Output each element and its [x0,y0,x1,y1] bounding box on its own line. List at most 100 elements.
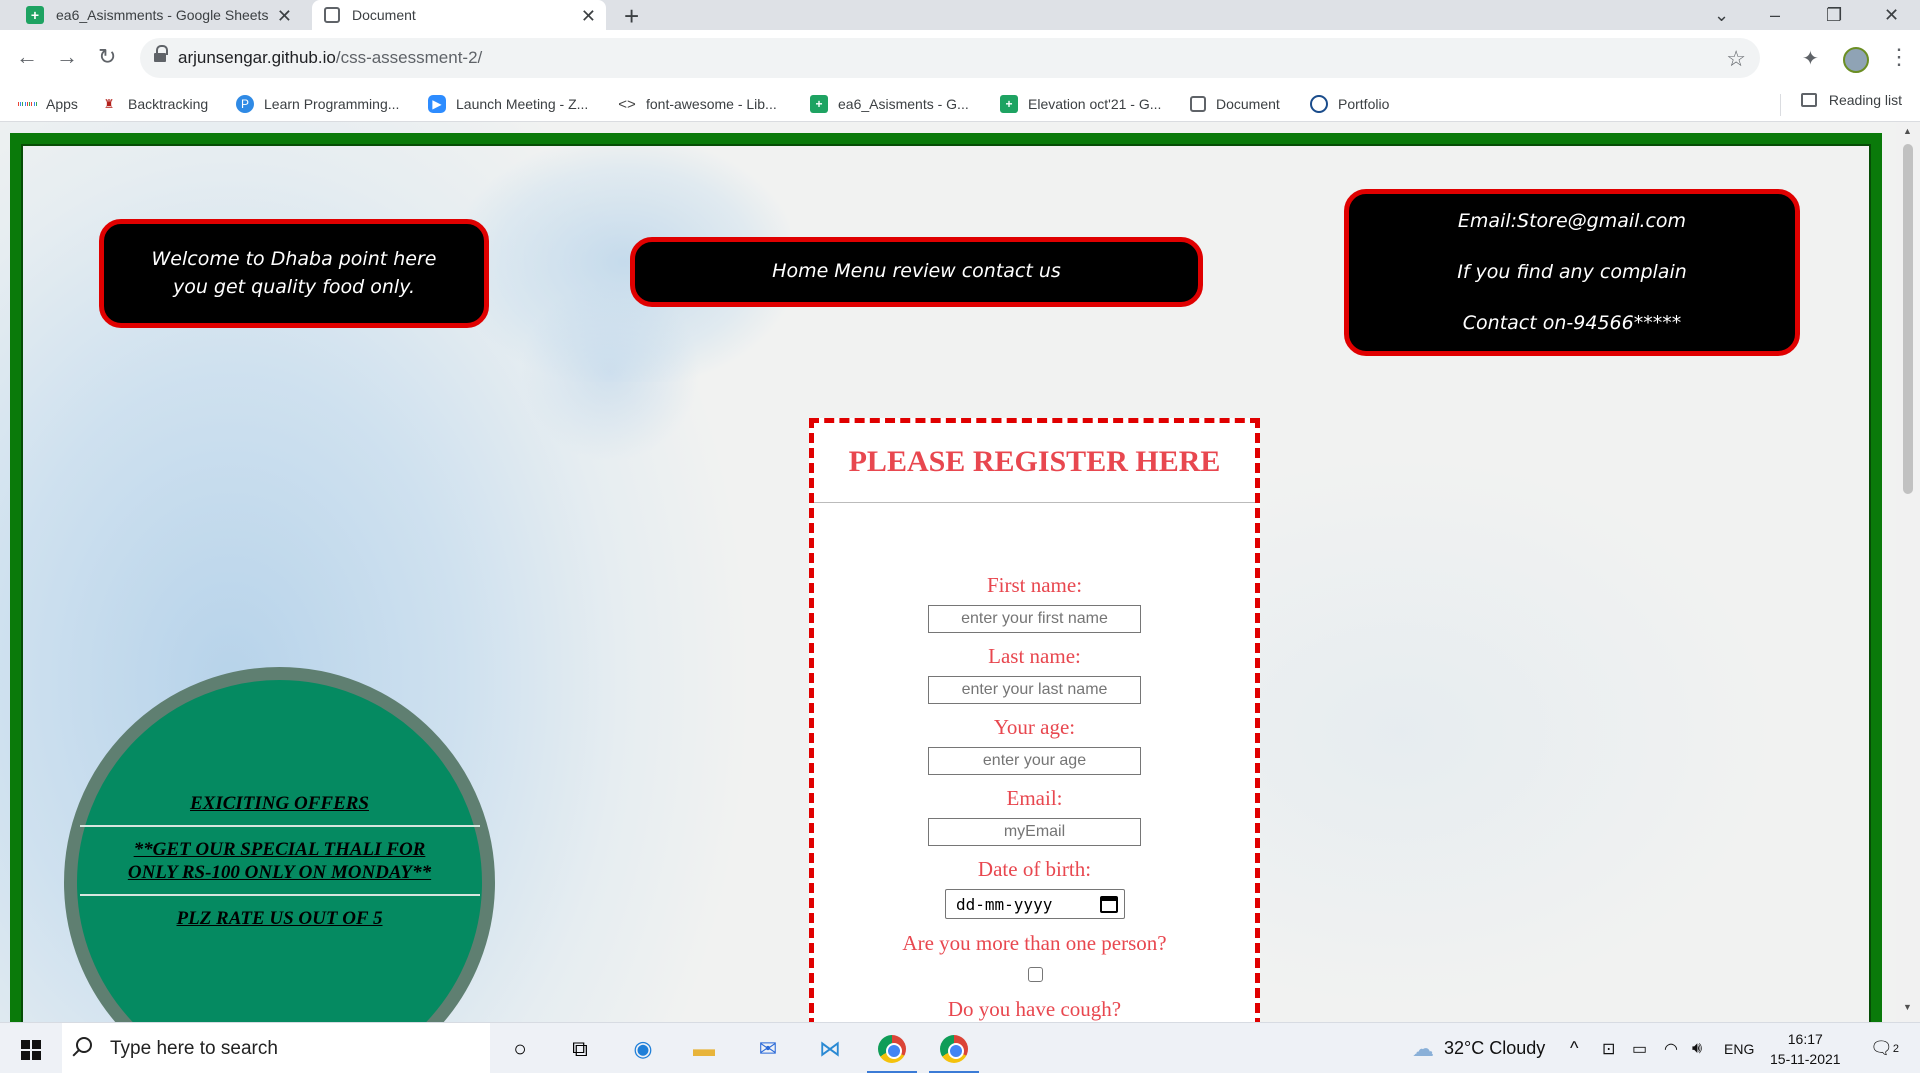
bookmark-label: Apps [46,96,78,112]
reload-button[interactable]: ↻ [98,44,116,70]
tab-google-sheets[interactable]: + ea6_Asismments - Google Sheets ✕ [18,0,302,30]
reading-list-button[interactable]: Reading list [1800,92,1902,108]
bookmark-label: Elevation oct'21 - G... [1028,96,1162,112]
wifi-icon[interactable]: ◠ [1664,1023,1678,1073]
age-input[interactable] [928,747,1141,775]
contact-complain: If you find any complain [1457,261,1687,283]
minimize-button[interactable]: – [1770,0,1780,30]
first-name-input[interactable] [928,605,1141,633]
forward-button[interactable]: → [56,44,78,70]
taskbar-search[interactable]: Type here to search [62,1023,490,1073]
edge-icon[interactable]: ◉ [627,1033,659,1065]
bookmarks-divider [1780,94,1781,116]
bookmark-elevation[interactable]: + Elevation oct'21 - G... [1000,92,1161,116]
sheets-icon: + [810,95,828,113]
chrome-icon[interactable] [876,1033,908,1065]
new-tab-button[interactable]: + [624,1,639,32]
volume-icon[interactable]: 🔊︎ [1692,1023,1702,1073]
reading-list-label: Reading list [1828,92,1902,108]
code-icon: <> [618,95,636,113]
extensions-icon[interactable]: ✦ [1802,46,1819,71]
tab-search-icon[interactable]: ⌄ [1714,0,1729,30]
tab-title: ea6_Asismments - Google Sheets [56,7,269,23]
contact-email: Email:Store@gmail.com [1457,210,1687,232]
tab-bar: + ea6_Asismments - Google Sheets ✕ Docum… [0,0,1920,32]
clock-date: 15-11-2021 [1770,1051,1841,1068]
menu-kebab-icon[interactable]: ⋮ [1888,44,1910,70]
chrome-icon[interactable] [938,1033,970,1065]
nav-menu[interactable]: Menu [834,258,886,286]
welcome-box: Welcome to Dhaba point here you get qual… [99,219,489,328]
notification-count: 2 [1892,1042,1899,1055]
close-tab-icon[interactable]: ✕ [277,6,292,27]
first-name-label: First name: [986,573,1083,597]
zoom-icon: ▶ [428,95,446,113]
offers-special-line2: ONLY RS-100 ONLY ON MONDAY** [127,862,432,883]
windows-start-icon[interactable] [21,1040,41,1060]
language-indicator[interactable]: ENG [1724,1023,1754,1073]
age-label: Your age: [993,715,1076,739]
bookmark-font-awesome[interactable]: <> font-awesome - Lib... [618,92,777,116]
task-view-icon[interactable]: ⧉ [564,1033,596,1065]
mail-icon[interactable]: ✉ [752,1033,784,1065]
dob-input[interactable]: dd-mm-yyyy [945,889,1125,919]
bookmark-apps[interactable]: Apps [18,92,78,116]
scrollbar-thumb[interactable] [1903,144,1913,494]
apps-icon [18,95,36,113]
bookmark-zoom[interactable]: ▶ Launch Meeting - Z... [428,92,588,116]
restore-button[interactable]: ❐ [1826,0,1842,30]
bookmark-label: Backtracking [128,96,209,112]
back-button[interactable]: ← [16,44,38,70]
chevron-up-icon[interactable]: ^ [1570,1023,1578,1073]
lock-icon[interactable] [154,45,168,64]
calendar-icon[interactable] [1100,896,1118,913]
bookmark-label: Document [1216,96,1280,112]
scroll-up-arrow-icon[interactable]: ▲ [1903,126,1912,136]
bookmark-document[interactable]: Document [1190,92,1280,116]
nav-contact-us[interactable]: contact us [962,258,1061,286]
taskbar-search-placeholder: Type here to search [110,1037,278,1059]
bookmark-label: Learn Programming... [264,96,400,112]
register-divider [814,502,1255,503]
sheets-icon: + [26,6,44,24]
tab-title: Document [352,7,416,23]
nav-review[interactable]: review [892,258,955,286]
learn-programming-icon: P [236,95,254,113]
dob-placeholder: dd-mm-yyyy [956,894,1053,914]
close-tab-icon[interactable]: ✕ [581,6,596,27]
weather-text: 32°C Cloudy [1444,1038,1546,1058]
close-window-button[interactable]: ✕ [1884,0,1899,30]
bookmark-star-icon[interactable]: ☆ [1726,46,1746,72]
weather-widget[interactable]: ☁ 32°C Cloudy [1412,1023,1545,1073]
cortana-icon[interactable]: ○ [504,1033,536,1065]
address-bar-row: ← → ↻ arjunsengar.github.io/css-assessme… [0,30,1920,88]
battery-icon[interactable]: ▭ [1632,1023,1647,1073]
windows-taskbar: Type here to search ○ ⧉ ◉ ▬ ✉ ⋈ ☁ 32°C C… [0,1022,1920,1073]
offers-title: EXICITING OFFERS [190,793,369,814]
email-input[interactable] [928,818,1141,846]
dob-label: Date of birth: [977,857,1092,881]
meet-now-icon[interactable]: ⊡ [1602,1023,1615,1073]
last-name-label: Last name: [988,644,1081,668]
profile-avatar[interactable] [1843,47,1869,73]
clock[interactable]: 16:17 15-11-2021 [1770,1029,1841,1070]
cough-label: Do you have cough? [947,997,1122,1021]
register-title: PLEASE REGISTER HERE [848,445,1221,478]
bookmark-backtracking[interactable]: ♜ Backtracking [100,92,209,116]
tab-document[interactable]: Document ✕ [312,0,606,30]
page-viewport[interactable]: Welcome to Dhaba point here you get qual… [0,122,1920,1022]
page-scrollbar[interactable]: ▲ ▼ [1896,122,1920,1022]
notification-icon[interactable]: 🗨︎ 2 [1870,1023,1899,1073]
file-explorer-icon[interactable]: ▬ [688,1033,720,1065]
bookmark-learn-programming[interactable]: P Learn Programming... [236,92,399,116]
nav-home[interactable]: Home [772,258,828,286]
vscode-icon[interactable]: ⋈ [814,1033,846,1065]
url-input[interactable]: arjunsengar.github.io/css-assessment-2/ … [140,38,1760,78]
register-form: PLEASE REGISTER HERE First name: Last na… [809,418,1260,1022]
last-name-input[interactable] [928,676,1141,704]
bookmark-portfolio[interactable]: Portfolio [1310,92,1389,116]
bookmark-ea6[interactable]: + ea6_Asisments - G... [810,92,969,116]
more-than-one-checkbox[interactable] [1028,967,1043,982]
bookmark-label: Launch Meeting - Z... [456,96,589,112]
scroll-down-arrow-icon[interactable]: ▼ [1903,1002,1912,1012]
